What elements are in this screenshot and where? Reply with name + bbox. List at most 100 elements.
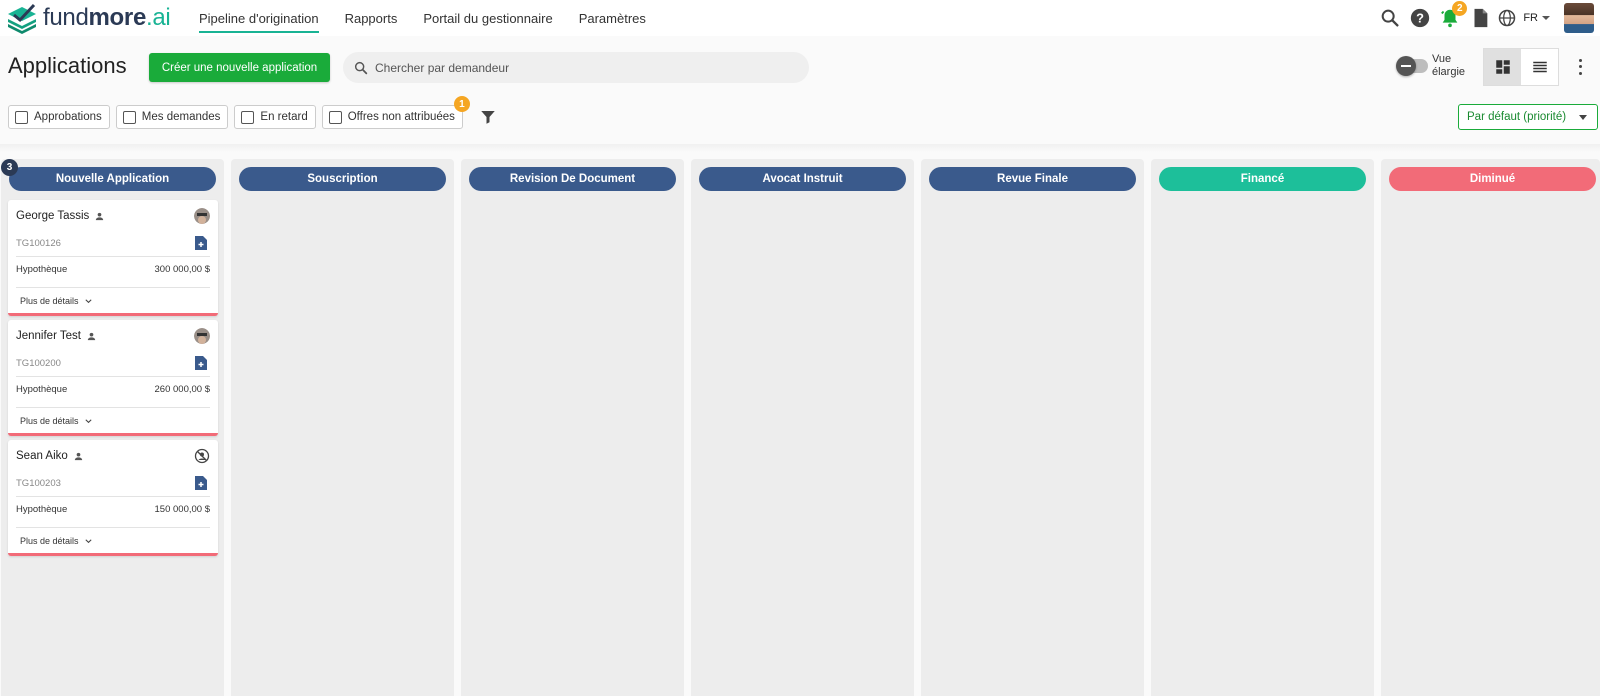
column-underwriting: Souscription <box>231 159 454 696</box>
column-lawyer-instructed: Avocat Instruit <box>691 159 914 696</box>
nav-actions: ? 2 FR <box>1371 0 1594 36</box>
filter-bar: Approbations Mes demandes En retard Offr… <box>8 96 497 129</box>
divider <box>16 256 210 257</box>
document-icon[interactable] <box>1469 7 1491 29</box>
kanban-board: 3 Nouvelle Application George Tassis TG1… <box>0 159 1600 696</box>
column-header[interactable]: Revue Finale <box>929 167 1136 191</box>
search-icon[interactable] <box>1379 7 1401 29</box>
assignee-avatar[interactable] <box>194 328 210 344</box>
divider <box>16 496 210 497</box>
create-application-button[interactable]: Créer une nouvelle application <box>149 53 330 82</box>
person-icon <box>74 452 82 460</box>
filter-approvals[interactable]: Approbations <box>8 105 110 129</box>
loan-amount: 300 000,00 $ <box>154 264 210 275</box>
help-icon[interactable]: ? <box>1409 7 1431 29</box>
checkbox[interactable] <box>15 110 28 124</box>
column-header[interactable]: Diminué <box>1389 167 1596 191</box>
brand-name: fundmore.ai <box>43 4 171 31</box>
unassigned-icon[interactable] <box>194 448 210 464</box>
application-id: TG100203 <box>16 478 61 489</box>
search-bar <box>343 52 809 83</box>
board-view-button[interactable] <box>1484 49 1521 85</box>
more-details-link[interactable]: Plus de détails <box>20 296 93 306</box>
list-icon <box>1532 61 1547 73</box>
checkbox[interactable] <box>241 110 255 124</box>
user-avatar[interactable] <box>1564 3 1594 33</box>
chevron-down-icon <box>84 538 92 543</box>
filter-label: Approbations <box>34 111 102 123</box>
loan-type: Hypothèque <box>16 384 68 395</box>
column-header[interactable]: Avocat Instruit <box>699 167 906 191</box>
column-header[interactable]: Nouvelle Application <box>9 167 216 191</box>
notification-bell-icon[interactable]: 2 <box>1439 1 1468 29</box>
divider <box>16 527 210 528</box>
main-nav: Pipeline d'origination Rapports Portail … <box>186 0 659 36</box>
chevron-down-icon <box>84 298 92 303</box>
nav-pipeline[interactable]: Pipeline d'origination <box>186 0 332 36</box>
nav-reports[interactable]: Rapports <box>332 0 411 36</box>
column-new-application: 3 Nouvelle Application George Tassis TG1… <box>1 159 224 696</box>
fundmore-logo[interactable]: fundmore.ai <box>4 2 171 34</box>
application-card[interactable]: George Tassis TG100126 Hypothèque 300 00… <box>8 200 218 316</box>
more-details-link[interactable]: Plus de détails <box>20 536 93 546</box>
column-final-review: Revue Finale <box>921 159 1144 696</box>
column-header[interactable]: Revision De Document <box>469 167 676 191</box>
column-header[interactable]: Souscription <box>239 167 446 191</box>
search-icon <box>354 61 368 74</box>
loan-type: Hypothèque <box>16 264 68 275</box>
globe-icon <box>1499 9 1516 27</box>
filter-label: Mes demandes <box>141 111 221 123</box>
loan-type: Hypothèque <box>16 504 68 515</box>
column-header[interactable]: Financé <box>1159 167 1366 191</box>
expanded-view-label: Vue élargie <box>1432 53 1466 78</box>
filter-funnel-icon[interactable] <box>479 108 497 126</box>
chevron-down-icon <box>1542 16 1550 20</box>
loan-amount: 150 000,00 $ <box>154 504 210 515</box>
more-details-link[interactable]: Plus de détails <box>20 416 93 426</box>
checkbox[interactable] <box>328 110 342 124</box>
filter-label: En retard <box>260 111 308 123</box>
person-icon <box>96 212 104 220</box>
search-input[interactable] <box>375 60 795 75</box>
person-icon <box>87 332 96 340</box>
more-options-icon[interactable] <box>1573 57 1587 77</box>
loan-amount: 260 000,00 $ <box>154 384 210 395</box>
application-id: TG100126 <box>16 238 61 249</box>
add-document-icon[interactable] <box>195 476 207 490</box>
application-card[interactable]: Jennifer Test TG100200 Hypothèque 260 00… <box>8 320 218 436</box>
top-navigation: fundmore.ai Pipeline d'origination Rappo… <box>0 0 1600 36</box>
applicant-name: Jennifer Test <box>16 330 97 342</box>
view-switcher <box>1483 48 1559 86</box>
chevron-down-icon <box>1579 115 1587 120</box>
add-document-icon[interactable] <box>195 356 207 370</box>
sort-value: Par défaut (priorité) <box>1467 111 1567 123</box>
layers-logo-icon <box>8 3 36 34</box>
applicant-name: Sean Aiko <box>16 450 84 462</box>
application-card[interactable]: Sean Aiko TG100203 Hypothèque 150 000,00… <box>8 440 218 556</box>
filter-label: Offres non attribuées <box>347 111 455 123</box>
column-declined: Diminué <box>1381 159 1600 696</box>
column-count-badge: 3 <box>1 159 18 176</box>
expanded-view-toggle[interactable] <box>1396 56 1428 76</box>
page-title: Applications <box>8 53 127 78</box>
notification-count-badge: 2 <box>1452 1 1468 16</box>
divider <box>16 287 210 288</box>
sort-dropdown[interactable]: Par défaut (priorité) <box>1458 104 1598 130</box>
language-selector[interactable]: FR <box>1497 8 1550 28</box>
filter-my-requests[interactable]: Mes demandes <box>115 105 229 129</box>
list-view-button[interactable] <box>1521 49 1558 85</box>
assignee-avatar[interactable] <box>194 208 210 224</box>
column-document-review: Revision De Document <box>461 159 684 696</box>
add-document-icon[interactable] <box>195 236 207 250</box>
header-divider <box>0 144 1600 152</box>
nav-settings[interactable]: Paramètres <box>566 0 659 36</box>
checkbox[interactable] <box>122 110 136 124</box>
svg-text:?: ? <box>1416 11 1424 26</box>
application-id: TG100200 <box>16 358 61 369</box>
toggle-knob <box>1396 56 1416 76</box>
filter-unassigned-offers[interactable]: Offres non attribuées 1 <box>321 96 470 129</box>
column-funded: Financé <box>1151 159 1374 696</box>
divider <box>16 376 210 377</box>
nav-manager-portal[interactable]: Portail du gestionnaire <box>410 0 565 36</box>
filter-late[interactable]: En retard <box>234 105 316 129</box>
